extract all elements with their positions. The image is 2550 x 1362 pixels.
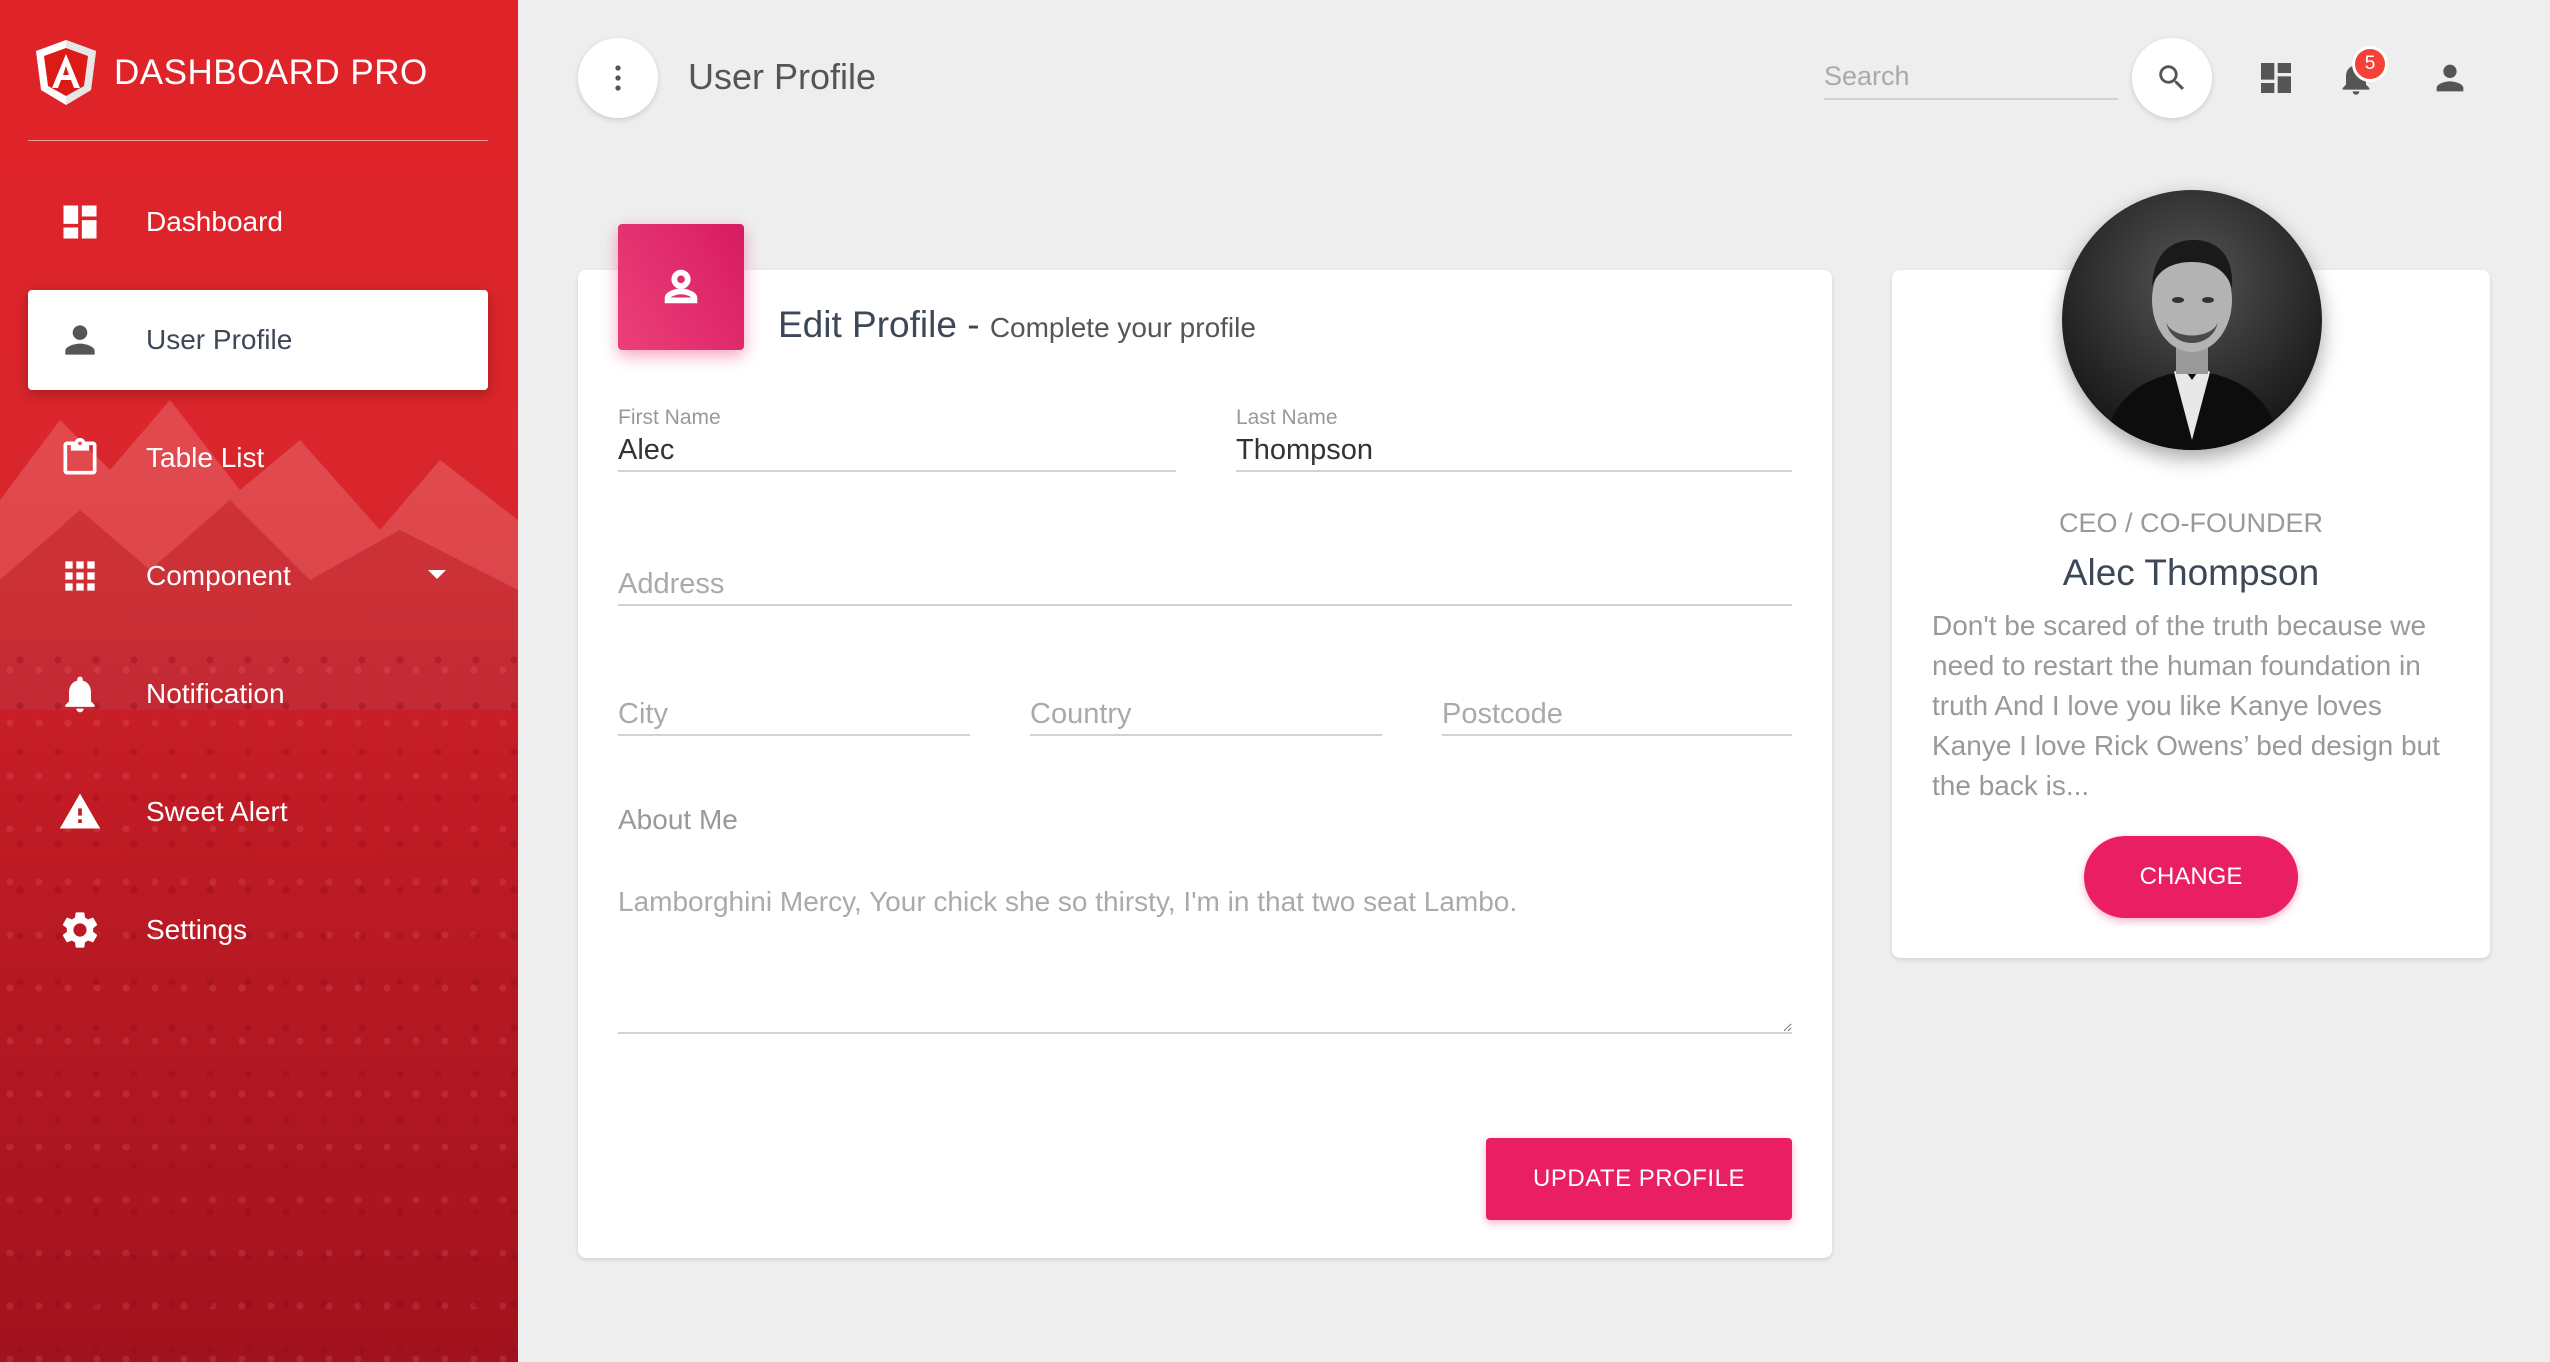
sidebar-item-notification[interactable]: Notification [28, 644, 488, 744]
sidebar-item-component[interactable]: Component [28, 526, 488, 626]
address-field [618, 564, 1792, 606]
more-menu-button[interactable] [578, 38, 658, 118]
profile-name: Alec Thompson [2062, 552, 2320, 593]
sidebar-item-label: Component [146, 560, 291, 591]
clipboard-icon [58, 436, 102, 480]
postcode-underline [1442, 734, 1792, 736]
more-vertical-icon [615, 65, 621, 91]
city-input[interactable] [618, 694, 970, 734]
first-name-field: First Name [618, 406, 1176, 472]
about-me-label: About Me [618, 804, 738, 835]
profile-description: Don't be scared of the truth because we … [1932, 610, 2440, 801]
sidebar-item-dashboard[interactable]: Dashboard [28, 172, 488, 272]
warning-icon [58, 790, 102, 834]
card-header-icon [618, 224, 744, 350]
sidebar-item-label: Sweet Alert [146, 796, 288, 827]
country-underline [1030, 734, 1382, 736]
sidebar-item-label: User Profile [146, 324, 293, 355]
first-name-label: First Name [618, 406, 721, 429]
last-name-underline [1236, 470, 1792, 472]
address-underline [618, 604, 1792, 606]
last-name-field: Last Name [1236, 406, 1792, 472]
profile-role: CEO / CO-FOUNDER [2058, 508, 2323, 538]
account-button[interactable] [2430, 58, 2470, 98]
card-subtitle: Complete your profile [989, 312, 1256, 343]
card-title-text: Edit Profile [778, 304, 957, 345]
sidebar-background-field [0, 640, 518, 1362]
dashboard-icon [2261, 63, 2291, 93]
postcode-input[interactable] [1442, 694, 1792, 734]
brand-name: DASHBOARD PRO [114, 53, 428, 92]
country-field [1030, 694, 1382, 736]
card-title: Edit Profile - Complete your profile [778, 304, 1256, 346]
about-me-field [618, 882, 1792, 1034]
brand[interactable]: DASHBOARD PRO [34, 38, 428, 108]
search-icon [2159, 65, 2185, 91]
caret-down-icon [428, 570, 446, 579]
angular-logo [36, 40, 96, 105]
address-input[interactable] [618, 564, 1792, 604]
person-icon [2436, 64, 2464, 92]
postcode-field [1442, 694, 1792, 736]
sidebar: DASHBOARD PRO Dashboard User Profile Tab… [0, 0, 518, 1362]
avatar [2062, 190, 2322, 450]
city-underline [618, 734, 970, 736]
dashboard-icon [58, 200, 102, 244]
update-profile-button[interactable]: UPDATE PROFILE [1486, 1138, 1792, 1220]
first-name-input[interactable] [618, 430, 1176, 470]
sidebar-item-sweet-alert[interactable]: Sweet Alert [28, 762, 488, 862]
sidebar-item-label: Settings [146, 914, 248, 945]
about-me-underline [618, 1032, 1792, 1034]
about-me-textarea[interactable] [618, 882, 1792, 1032]
sidebar-divider [28, 140, 488, 141]
last-name-input[interactable] [1236, 430, 1792, 470]
search-button[interactable] [2132, 38, 2212, 118]
sidebar-item-table-list[interactable]: Table List [28, 408, 488, 508]
last-name-label: Last Name [1236, 406, 1338, 429]
page-title: User Profile [688, 56, 877, 97]
sidebar-item-user-profile[interactable]: User Profile [28, 290, 488, 390]
apps-grid-icon [58, 554, 102, 598]
city-field [618, 694, 970, 736]
avatar-portrait [2062, 190, 2322, 450]
person-outline-icon [664, 269, 698, 304]
notification-badge: 5 [2352, 46, 2388, 82]
change-button[interactable]: CHANGE [2084, 836, 2298, 918]
sidebar-item-settings[interactable]: Settings [28, 880, 488, 980]
gear-icon [58, 908, 102, 952]
search-input[interactable] [1824, 54, 2118, 100]
card-title-separator: - [956, 304, 990, 345]
bell-icon [58, 672, 102, 716]
first-name-underline [618, 470, 1176, 472]
sidebar-item-label: Notification [146, 678, 285, 709]
person-icon [58, 318, 102, 362]
dashboard-shortcut-button[interactable] [2256, 58, 2296, 98]
sidebar-item-label: Dashboard [146, 206, 283, 237]
sidebar-item-label: Table List [146, 442, 265, 473]
country-input[interactable] [1030, 694, 1382, 734]
